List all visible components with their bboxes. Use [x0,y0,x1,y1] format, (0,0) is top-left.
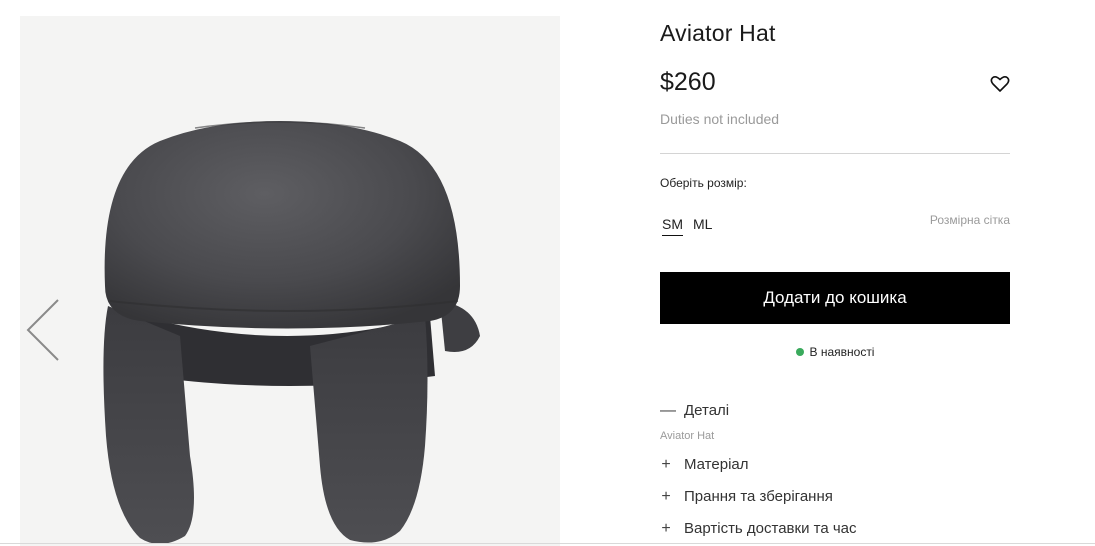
stock-status: В наявності [660,345,1010,359]
accordion-shipping[interactable]: + Вартість доставки та час [660,520,857,538]
accordion-care-label: Прання та зберігання [684,488,833,505]
stock-text: В наявності [809,345,875,359]
plus-icon: + [661,456,671,473]
accordion-details-content: Aviator Hat [660,430,715,442]
accordion-material[interactable]: + Матеріал [660,456,749,474]
product-price: $260 [660,68,716,96]
divider [660,153,1010,154]
duties-note: Duties not included [660,111,780,127]
size-chart-link[interactable]: Розмірна сітка [930,213,1010,227]
accordion-shipping-label: Вартість доставки та час [684,520,857,537]
page-bottom-divider [0,543,1095,544]
in-stock-dot-icon [795,348,804,356]
wishlist-button[interactable] [990,74,1010,94]
chevron-left-icon [26,299,59,361]
plus-icon: + [661,520,671,537]
gallery-prev-button[interactable] [24,298,60,362]
size-option-sm[interactable]: SM [662,216,683,236]
size-options: SM ML [662,216,712,236]
accordion-details-label: Деталі [684,402,730,419]
minus-icon: — [660,402,676,419]
product-title: Aviator Hat [660,20,776,46]
product-page: Aviator Hat $260 Duties not included Обе… [0,0,1095,546]
product-image [103,121,480,545]
add-to-cart-button[interactable]: Додати до кошика [660,272,1010,324]
plus-icon: + [661,488,671,505]
accordion-details[interactable]: — Деталі [660,402,729,420]
heart-icon [990,76,1010,92]
size-option-ml[interactable]: ML [693,216,712,236]
product-gallery [20,16,560,546]
size-label: Оберіть розмір: [660,176,747,190]
accordion-care[interactable]: + Прання та зберігання [660,488,833,506]
accordion-material-label: Матеріал [684,456,749,473]
